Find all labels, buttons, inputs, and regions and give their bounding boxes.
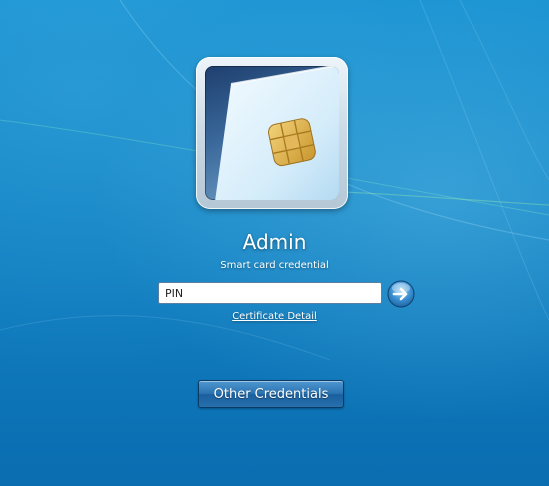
smart-card-icon bbox=[215, 66, 339, 200]
other-credentials-button[interactable]: Other Credentials bbox=[198, 380, 344, 408]
user-tile bbox=[196, 57, 348, 209]
logon-screen: Admin Smart card credential Certificate … bbox=[0, 0, 549, 486]
arrow-right-icon bbox=[387, 280, 415, 308]
tile-frame bbox=[205, 66, 339, 200]
credential-type-label: Smart card credential bbox=[220, 260, 329, 271]
pin-input[interactable] bbox=[158, 282, 382, 304]
submit-button[interactable] bbox=[386, 280, 416, 308]
user-name: Admin bbox=[242, 230, 307, 254]
certificate-detail-link[interactable]: Certificate Detail bbox=[232, 311, 317, 322]
certificate-detail-container: Certificate Detail bbox=[0, 311, 549, 322]
